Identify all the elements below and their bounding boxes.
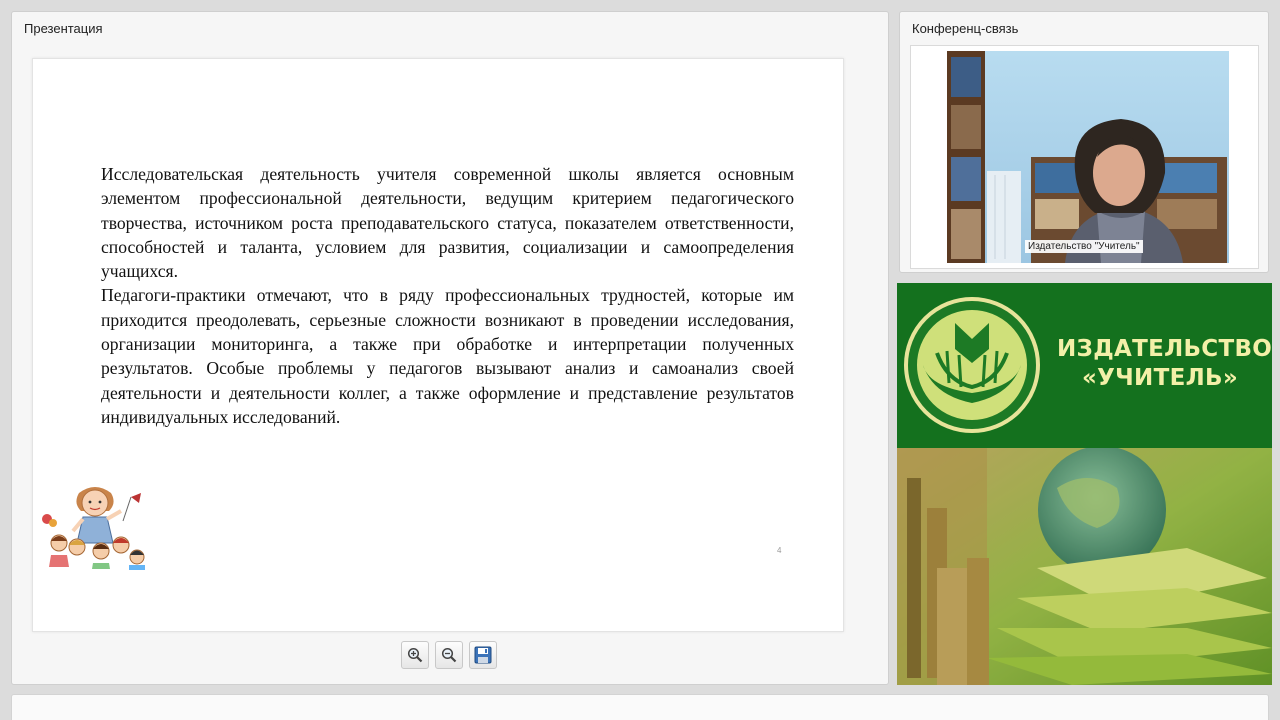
children-illustration <box>42 487 145 570</box>
save-icon <box>474 646 492 664</box>
zoom-out-button[interactable] <box>435 641 463 669</box>
presentation-panel-title: Презентация <box>24 21 103 36</box>
publisher-banner: ИЗДАТЕЛЬСТВО «УЧИТЕЛЬ» <box>897 283 1272 685</box>
publisher-name: ИЗДАТЕЛЬСТВО «УЧИТЕЛЬ» <box>1057 335 1272 393</box>
publisher-logo <box>904 297 1040 433</box>
books-globe-image <box>897 446 1272 685</box>
presentation-toolbar <box>401 641 497 669</box>
save-button[interactable] <box>469 641 497 669</box>
publisher-name-line2: «УЧИТЕЛЬ» <box>1081 365 1239 391</box>
video-caption: Издательство "Учитель" <box>1025 240 1143 253</box>
presentation-panel: Презентация Исследовательская деятельнос… <box>11 11 889 685</box>
zoom-out-icon <box>441 647 457 663</box>
conference-panel-title: Конференц-связь <box>912 21 1019 36</box>
slide-page-number: 4 <box>777 546 782 555</box>
video-frame: Издательство "Учитель" <box>910 45 1259 269</box>
slide-paragraph: Исследовательская деятельность учителя с… <box>101 164 794 282</box>
slide-paragraph: Педагоги-практики отмечают, что в ряду п… <box>101 285 794 427</box>
banner-image <box>897 446 1272 685</box>
publisher-name-line1: ИЗДАТЕЛЬСТВО <box>1057 336 1272 362</box>
conference-panel: Конференц-связь Издательство "Учитель" <box>899 11 1269 273</box>
zoom-in-button[interactable] <box>401 641 429 669</box>
bottom-panel <box>11 694 1269 720</box>
video-stream[interactable]: Издательство "Учитель" <box>947 51 1229 263</box>
slide: Исследовательская деятельность учителя с… <box>32 58 844 632</box>
slide-text: Исследовательская деятельность учителя с… <box>101 162 794 429</box>
zoom-in-icon <box>407 647 423 663</box>
banner-header: ИЗДАТЕЛЬСТВО «УЧИТЕЛЬ» <box>897 283 1272 448</box>
video-scene <box>947 51 1229 263</box>
